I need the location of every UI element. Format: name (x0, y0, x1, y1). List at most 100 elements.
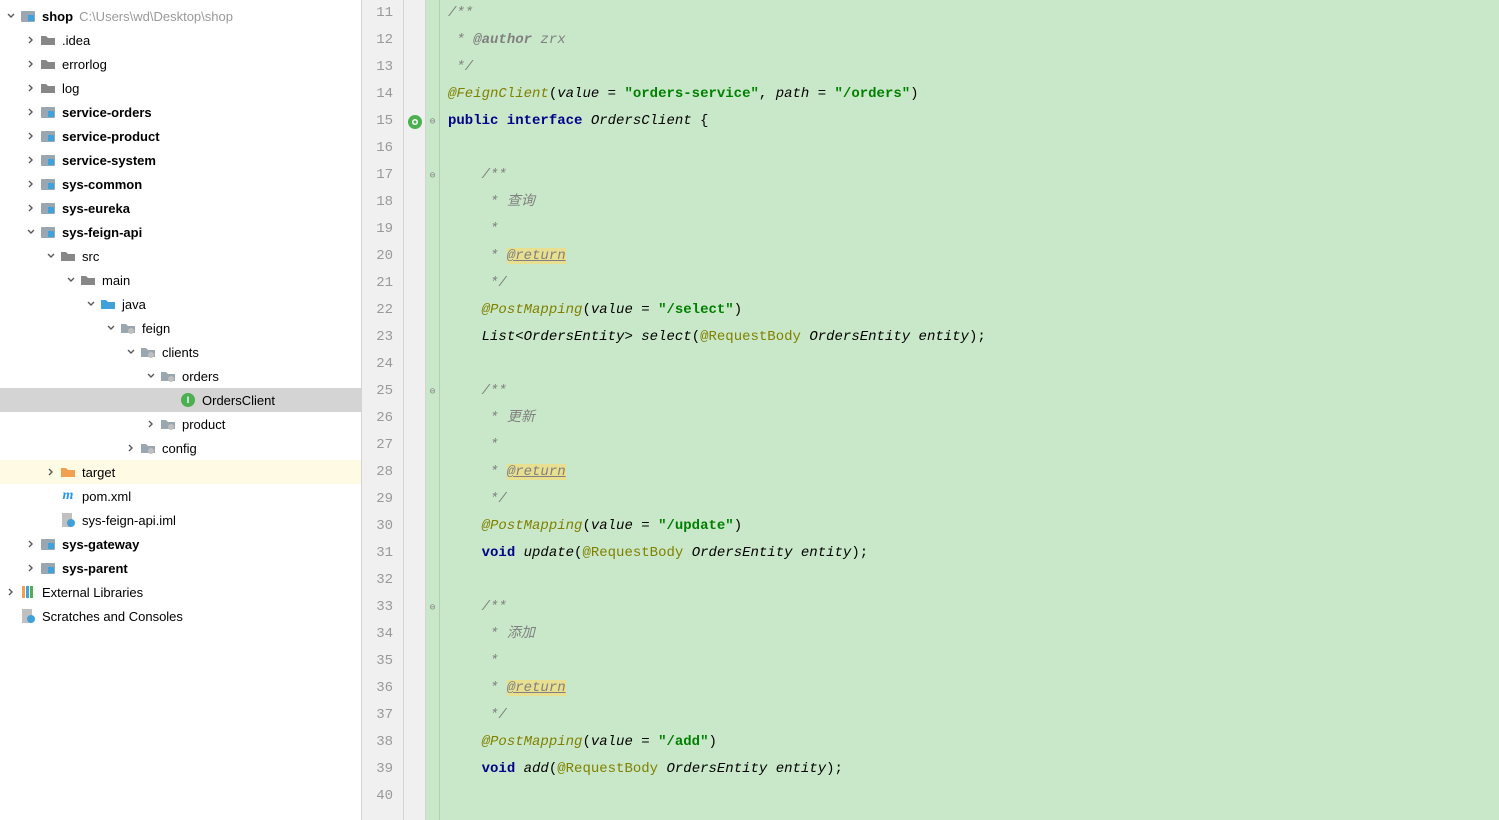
tree-item-ordersclient[interactable]: IOrdersClient (0, 388, 361, 412)
code-line[interactable]: @PostMapping(value = "/select") (440, 297, 1499, 324)
tree-item-errorlog[interactable]: errorlog (0, 52, 361, 76)
implemented-icon[interactable] (408, 115, 422, 129)
code-line[interactable]: void add(@RequestBody OrdersEntity entit… (440, 756, 1499, 783)
code-line[interactable]: * (440, 216, 1499, 243)
tree-item-feign[interactable]: feign (0, 316, 361, 340)
chevron-down-icon[interactable] (144, 369, 158, 383)
chevron-right-icon[interactable] (24, 33, 38, 47)
tree-item-product[interactable]: product (0, 412, 361, 436)
chevron-right-icon[interactable] (24, 561, 38, 575)
tree-item-config[interactable]: config (0, 436, 361, 460)
chevron-right-icon[interactable] (24, 153, 38, 167)
fold-mark[interactable]: ⊖ (426, 162, 439, 189)
chevron-down-icon[interactable] (104, 321, 118, 335)
line-number: 28 (362, 459, 393, 486)
code-line[interactable] (440, 783, 1499, 810)
fold-mark[interactable]: ⊖ (426, 108, 439, 135)
package-icon (160, 368, 176, 384)
code-line[interactable]: /** (440, 378, 1499, 405)
code-line[interactable]: * 更新 (440, 405, 1499, 432)
tree-item-target[interactable]: target (0, 460, 361, 484)
code-line[interactable]: */ (440, 270, 1499, 297)
chevron-right-icon[interactable] (24, 537, 38, 551)
line-number: 31 (362, 540, 393, 567)
tree-item--idea[interactable]: .idea (0, 28, 361, 52)
tree-item-label: OrdersClient (202, 393, 275, 408)
code-line[interactable]: @FeignClient(value = "orders-service", p… (440, 81, 1499, 108)
tree-item-sys-feign-api-iml[interactable]: sys-feign-api.iml (0, 508, 361, 532)
code-line[interactable]: * @author zrx (440, 27, 1499, 54)
fold-mark[interactable]: ⊖ (426, 378, 439, 405)
code-line[interactable] (440, 567, 1499, 594)
fold-gutter[interactable]: ⊖ ⊖ ⊖ ⊖ (426, 0, 440, 820)
code-line[interactable]: */ (440, 486, 1499, 513)
tree-item-java[interactable]: java (0, 292, 361, 316)
code-line[interactable]: * @return (440, 675, 1499, 702)
code-line[interactable]: */ (440, 54, 1499, 81)
tree-item-sys-common[interactable]: sys-common (0, 172, 361, 196)
code-line[interactable] (440, 135, 1499, 162)
code-line[interactable]: @PostMapping(value = "/add") (440, 729, 1499, 756)
code-line[interactable]: * 查询 (440, 189, 1499, 216)
line-number: 15 (362, 108, 393, 135)
tree-item-sys-feign-api[interactable]: sys-feign-api (0, 220, 361, 244)
code-line[interactable]: /** (440, 594, 1499, 621)
fold-mark (426, 756, 439, 783)
tree-item-sys-gateway[interactable]: sys-gateway (0, 532, 361, 556)
project-tree-panel[interactable]: shopC:\Users\wd\Desktop\shop.ideaerrorlo… (0, 0, 362, 820)
tree-item-service-system[interactable]: service-system (0, 148, 361, 172)
code-line[interactable]: @PostMapping(value = "/update") (440, 513, 1499, 540)
tree-item-src[interactable]: src (0, 244, 361, 268)
module-icon (40, 560, 56, 576)
chevron-down-icon[interactable] (44, 249, 58, 263)
code-line[interactable] (440, 351, 1499, 378)
chevron-right-icon[interactable] (124, 441, 138, 455)
chevron-down-icon[interactable] (84, 297, 98, 311)
chevron-right-icon[interactable] (24, 201, 38, 215)
chevron-right-icon[interactable] (24, 81, 38, 95)
chevron-down-icon[interactable] (24, 225, 38, 239)
tree-item-service-orders[interactable]: service-orders (0, 100, 361, 124)
tree-item-external-libraries[interactable]: External Libraries (0, 580, 361, 604)
code-area[interactable]: /** * @author zrx */@FeignClient(value =… (440, 0, 1499, 820)
chevron-down-icon[interactable] (124, 345, 138, 359)
tree-item-main[interactable]: main (0, 268, 361, 292)
code-editor[interactable]: 1112131415161718192021222324252627282930… (362, 0, 1499, 820)
tree-item-pom-xml[interactable]: mpom.xml (0, 484, 361, 508)
code-line[interactable]: /** (440, 0, 1499, 27)
tree-item-shop[interactable]: shopC:\Users\wd\Desktop\shop (0, 4, 361, 28)
code-line[interactable]: /** (440, 162, 1499, 189)
chevron-right-icon[interactable] (24, 105, 38, 119)
chevron-right-icon[interactable] (44, 465, 58, 479)
chevron-right-icon[interactable] (144, 417, 158, 431)
code-line[interactable]: void update(@RequestBody OrdersEntity en… (440, 540, 1499, 567)
tree-item-sys-eureka[interactable]: sys-eureka (0, 196, 361, 220)
code-line[interactable]: List<OrdersEntity> select(@RequestBody O… (440, 324, 1499, 351)
code-line[interactable]: * (440, 432, 1499, 459)
chevron-right-icon[interactable] (24, 57, 38, 71)
chevron-right-icon[interactable] (24, 177, 38, 191)
tree-item-log[interactable]: log (0, 76, 361, 100)
gutter-icons[interactable] (404, 0, 426, 820)
code-line[interactable]: public interface OrdersClient { (440, 108, 1499, 135)
tree-item-scratches-and-consoles[interactable]: Scratches and Consoles (0, 604, 361, 628)
code-line[interactable]: * @return (440, 243, 1499, 270)
tree-item-orders[interactable]: orders (0, 364, 361, 388)
line-number: 29 (362, 486, 393, 513)
code-line[interactable]: * (440, 648, 1499, 675)
code-line[interactable]: * 添加 (440, 621, 1499, 648)
gutter-icon-slot (404, 756, 425, 783)
gutter-icon-slot[interactable] (404, 108, 425, 135)
code-line[interactable]: * @return (440, 459, 1499, 486)
chevron-right-icon[interactable] (4, 585, 18, 599)
gutter-icon-slot (404, 621, 425, 648)
fold-mark (426, 405, 439, 432)
tree-item-sys-parent[interactable]: sys-parent (0, 556, 361, 580)
fold-mark[interactable]: ⊖ (426, 594, 439, 621)
code-line[interactable]: */ (440, 702, 1499, 729)
chevron-down-icon[interactable] (4, 9, 18, 23)
chevron-down-icon[interactable] (64, 273, 78, 287)
tree-item-service-product[interactable]: service-product (0, 124, 361, 148)
tree-item-clients[interactable]: clients (0, 340, 361, 364)
chevron-right-icon[interactable] (24, 129, 38, 143)
